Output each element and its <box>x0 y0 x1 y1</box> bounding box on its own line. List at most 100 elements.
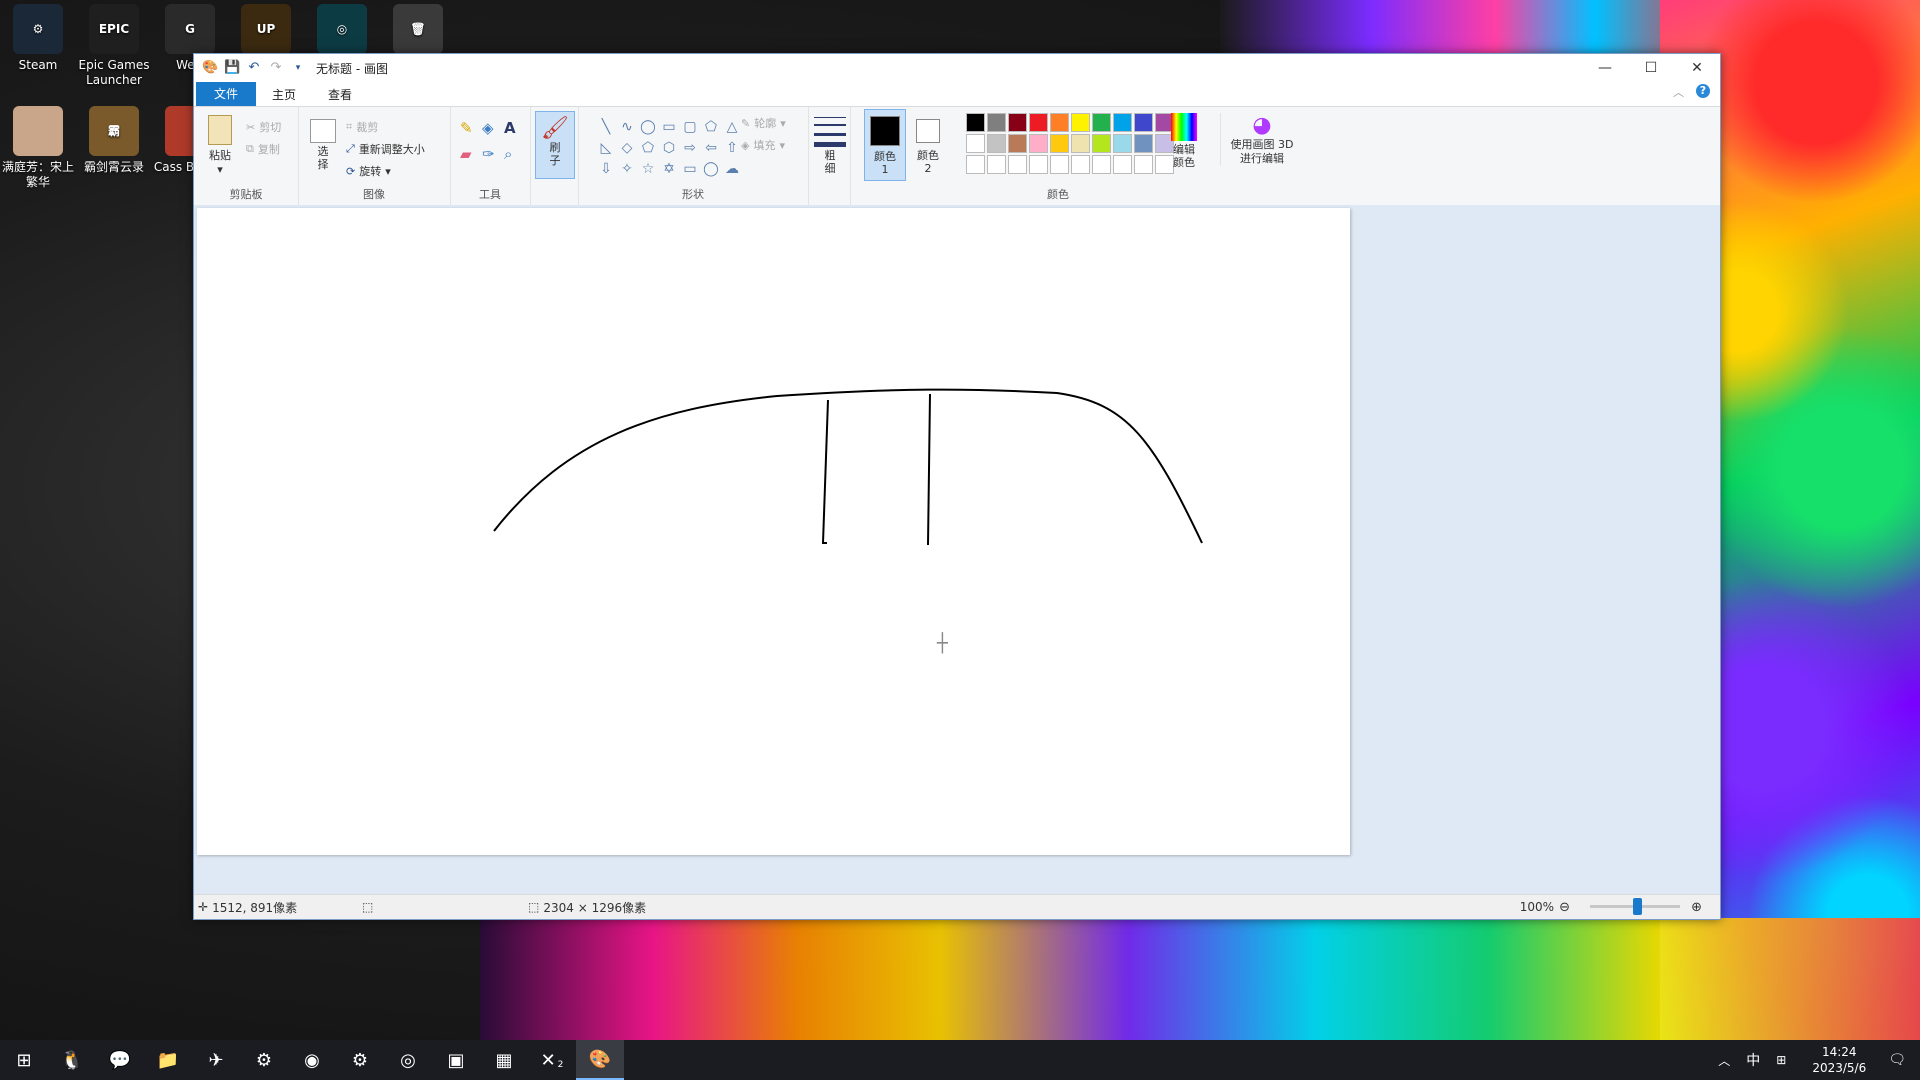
desktop-icon-ring-app[interactable]: ◎ <box>304 4 380 58</box>
brushes-button[interactable]: 🖌 刷子 <box>535 111 575 179</box>
close-button[interactable]: ✕ <box>1674 54 1720 82</box>
up-arrow-shape-icon[interactable]: ⇧ <box>722 138 742 158</box>
rectangle-shape-icon[interactable]: ▭ <box>659 117 679 137</box>
desktop-icon-recycle-bin[interactable]: 🗑 <box>380 4 456 58</box>
zoom-in-button[interactable]: ⊕ <box>1691 895 1702 919</box>
pentagon-shape-icon[interactable]: ⬠ <box>638 138 658 158</box>
callout-rect-shape-icon[interactable]: ▭ <box>680 159 700 179</box>
eraser-icon[interactable]: ▰ <box>460 145 482 171</box>
right-triangle-shape-icon[interactable]: ◺ <box>596 138 616 158</box>
tray-expand-icon[interactable]: ︿ <box>1718 1052 1730 1069</box>
color-swatch[interactable] <box>987 113 1006 132</box>
help-icon[interactable]: ? <box>1696 84 1710 98</box>
color-swatch[interactable] <box>1134 134 1153 153</box>
diamond-shape-icon[interactable]: ◇ <box>617 138 637 158</box>
outline-button[interactable]: ✎ 轮廓 ▾ <box>741 115 786 131</box>
four-point-star-shape-icon[interactable]: ✧ <box>617 159 637 179</box>
cloud-shape-icon[interactable]: ☁ <box>722 159 742 179</box>
color-swatch[interactable] <box>1008 155 1027 174</box>
taskbar-chrome[interactable]: ◉ <box>288 1040 336 1080</box>
down-arrow-shape-icon[interactable]: ⇩ <box>596 159 616 179</box>
tab-home[interactable]: 主页 <box>256 84 312 106</box>
curve-shape-icon[interactable]: ∿ <box>617 117 637 137</box>
undo-icon[interactable]: ↶ <box>246 60 262 76</box>
color-swatch[interactable] <box>1050 113 1069 132</box>
pencil-icon[interactable]: ✎ <box>460 119 482 145</box>
color-swatch[interactable] <box>966 134 985 153</box>
five-point-star-shape-icon[interactable]: ☆ <box>638 159 658 179</box>
redo-icon[interactable]: ↷ <box>268 60 284 76</box>
desktop-icon-bajianxiaoyunlu[interactable]: 霸霸剑霄云录 <box>76 106 152 175</box>
color-swatch[interactable] <box>1092 155 1111 174</box>
taskbar-qq[interactable]: 🐧 <box>48 1040 96 1080</box>
edit-with-paint3d-button[interactable]: ◕ 使用画图 3D 进行编辑 <box>1220 113 1297 166</box>
taskbar-settings-app[interactable]: ⚙ <box>336 1040 384 1080</box>
notification-center-icon[interactable]: 🗨 <box>1888 1052 1906 1068</box>
color-swatch[interactable] <box>1113 113 1132 132</box>
text-tool-icon[interactable]: A <box>504 119 526 145</box>
desktop-icon-epic-games[interactable]: EPIC Epic Games Launcher <box>76 4 152 88</box>
taskbar-file-explorer[interactable]: 📁 <box>144 1040 192 1080</box>
tab-file[interactable]: 文件 <box>196 82 257 106</box>
ime-indicator[interactable]: 中 <box>1746 1050 1760 1070</box>
paste-button[interactable]: 粘贴 ▾ <box>202 115 238 176</box>
color-swatch[interactable] <box>1071 155 1090 174</box>
taskbar-wechat[interactable]: 💬 <box>96 1040 144 1080</box>
color-swatch[interactable] <box>1050 134 1069 153</box>
zoom-out-button[interactable]: ⊖ <box>1559 895 1570 919</box>
resize-button[interactable]: ⤢ 重新调整大小 <box>346 141 425 157</box>
ime-mode-icon[interactable]: ⊞ <box>1776 1053 1786 1067</box>
zoom-slider[interactable] <box>1590 898 1680 915</box>
taskbar-start[interactable]: ⊞ <box>0 1040 48 1080</box>
color-swatch[interactable] <box>1071 113 1090 132</box>
callout-oval-shape-icon[interactable]: ◯ <box>701 159 721 179</box>
taskbar-feishu[interactable]: ✈ <box>192 1040 240 1080</box>
desktop-icon-up-game[interactable]: UP <box>228 4 304 58</box>
crop-button[interactable]: ⌗ 裁剪 <box>346 119 378 135</box>
fill-button[interactable]: ◈ 填充 ▾ <box>741 137 785 153</box>
line-shape-icon[interactable]: ╲ <box>596 117 616 137</box>
tab-view[interactable]: 查看 <box>312 84 368 106</box>
taskbar-ring-app[interactable]: ◎ <box>384 1040 432 1080</box>
select-button[interactable]: 选择 <box>308 119 338 171</box>
maximize-button[interactable]: ☐ <box>1628 54 1674 82</box>
color-swatch[interactable] <box>1029 134 1048 153</box>
edit-colors-button[interactable]: 编辑颜色 <box>1166 113 1202 169</box>
color-swatch[interactable] <box>1071 134 1090 153</box>
color-picker-icon[interactable]: ✑ <box>482 145 504 171</box>
desktop-icon-mantingfang[interactable]: 满庭芳：宋上繁华 <box>0 106 76 190</box>
customize-quick-access-icon[interactable]: ▾ <box>290 60 306 76</box>
color-swatch[interactable] <box>966 155 985 174</box>
copy-button[interactable]: ⧉ 复制 <box>246 141 280 157</box>
six-point-star-shape-icon[interactable]: ✡ <box>659 159 679 179</box>
color-swatch[interactable] <box>966 113 985 132</box>
color-swatch[interactable] <box>987 155 1006 174</box>
taskbar-photos[interactable]: ▣ <box>432 1040 480 1080</box>
rounded-rectangle-shape-icon[interactable]: ▢ <box>680 117 700 137</box>
color-swatch[interactable] <box>1008 134 1027 153</box>
rotate-button[interactable]: ⟳ 旋转 ▾ <box>346 163 391 179</box>
fill-bucket-icon[interactable]: ◈ <box>482 119 504 145</box>
color-swatch[interactable] <box>1113 134 1132 153</box>
clock[interactable]: 14:24 2023/5/6 <box>1812 1044 1866 1076</box>
zoom-slider-thumb[interactable] <box>1633 898 1642 915</box>
desktop-icon-steam[interactable]: ⚙ Steam <box>0 4 76 73</box>
color-swatch[interactable] <box>1008 113 1027 132</box>
polygon-shape-icon[interactable]: ⬠ <box>701 117 721 137</box>
save-icon[interactable]: 💾 <box>224 60 240 76</box>
shapes-gallery[interactable]: ╲ ∿ ◯ ▭ ▢ ⬠ △ ◺ ◇ ⬠ ⬡ ⇨ ⇦ ⇧ ⇩ ✧ ☆ ✡ ▭ ◯ <box>596 117 742 179</box>
color-swatch[interactable] <box>1134 113 1153 132</box>
magnifier-icon[interactable]: ⌕ <box>504 145 526 171</box>
left-arrow-shape-icon[interactable]: ⇦ <box>701 138 721 158</box>
color1-button[interactable]: 颜色 1 <box>864 109 906 181</box>
taskbar-store[interactable]: ▦ <box>480 1040 528 1080</box>
color-swatch[interactable] <box>1029 155 1048 174</box>
drawing-canvas[interactable]: ┼ <box>197 208 1350 855</box>
oval-shape-icon[interactable]: ◯ <box>638 117 658 137</box>
triangle-shape-icon[interactable]: △ <box>722 117 742 137</box>
taskbar-paint[interactable]: 🎨 <box>576 1040 624 1080</box>
minimize-button[interactable]: — <box>1582 54 1628 82</box>
color-swatch[interactable] <box>1134 155 1153 174</box>
color-swatch[interactable] <box>1050 155 1069 174</box>
color-swatch[interactable] <box>1029 113 1048 132</box>
